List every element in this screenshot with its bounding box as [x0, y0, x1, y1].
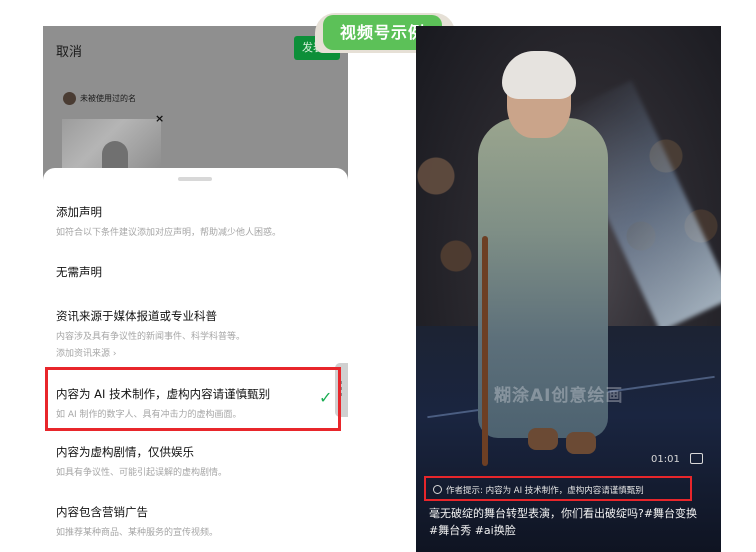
publish-settings-screen: 取消 发表 未被使用过的名 × 添加声明 如符合以下条件建议添加对应声明，帮助减… — [43, 26, 348, 552]
woman-hair — [502, 51, 576, 99]
sheet-handle[interactable] — [178, 177, 212, 181]
fullscreen-icon[interactable] — [690, 453, 703, 464]
walking-cane — [482, 236, 488, 466]
option-add-declaration: 添加声明 如符合以下条件建议添加对应声明，帮助减少他人困惑。 — [56, 204, 281, 238]
option-title: 添加声明 — [56, 205, 102, 219]
ai-notice-frame: 作者提示: 内容为 AI 技术制作，虚构内容请谨慎甄别 — [424, 476, 692, 501]
info-icon — [433, 485, 442, 494]
ai-notice-text: 作者提示: 内容为 AI 技术制作，虚构内容请谨慎甄别 — [446, 486, 644, 496]
video-duration: 01:01 — [651, 454, 680, 465]
option-no-declaration[interactable]: 无需声明 — [56, 264, 102, 280]
woman-shoe-left — [528, 428, 558, 450]
close-icon[interactable]: × — [155, 112, 164, 125]
option-news-source[interactable]: 资讯来源于媒体报道或专业科普 内容涉及具有争议性的新闻事件、科学科普等。 添加资… — [56, 308, 245, 359]
video-player-screen[interactable]: 糊涂AI创意绘画 01:01 作者提示: 内容为 AI 技术制作，虚构内容请谨慎… — [416, 26, 721, 552]
option-subtitle: 内容涉及具有争议性的新闻事件、科学科普等。 — [56, 332, 246, 342]
declaration-sheet: 添加声明 如符合以下条件建议添加对应声明，帮助减少他人困惑。 无需声明 资讯来源… — [43, 168, 348, 552]
option-title: 内容包含营销广告 — [56, 505, 148, 519]
option-subtitle: 如符合以下条件建议添加对应声明，帮助减少他人困惑。 — [56, 228, 282, 238]
avatar — [63, 92, 76, 105]
caption-hashtags[interactable]: #舞台秀 #ai换脸 — [429, 522, 717, 539]
option-fictional-plot[interactable]: 内容为虚构剧情，仅供娱乐 如具有争议性、可能引起误解的虚构剧情。 — [56, 444, 227, 478]
user-name: 未被使用过的名 — [80, 94, 136, 103]
add-source-link[interactable]: 添加资讯来源 › — [56, 346, 245, 359]
option-title: 内容为虚构剧情，仅供娱乐 — [56, 445, 194, 459]
option-marketing-ad[interactable]: 内容包含营销广告 如推荐某种商品、某种服务的宣传视频。 — [56, 504, 218, 538]
cancel-button[interactable]: 取消 — [56, 41, 82, 60]
option-subtitle: 如具有争议性、可能引起误解的虚构剧情。 — [56, 468, 228, 478]
caption-line-1: 毫无破绽的舞台转型表演，你们看出破绽吗?#舞台变换 — [429, 507, 698, 520]
check-icon: ✓ — [319, 388, 333, 407]
option-subtitle: 如推荐某种商品、某种服务的宣传视频。 — [56, 528, 219, 538]
option-title: 资讯来源于媒体报道或专业科普 — [56, 309, 217, 323]
highlight-frame-ai-option — [45, 367, 341, 431]
option-title: 无需声明 — [56, 265, 102, 279]
user-row: 未被使用过的名 — [63, 92, 136, 105]
woman-shoe-right — [566, 432, 596, 454]
video-caption: 毫无破绽的舞台转型表演，你们看出破绽吗?#舞台变换 #舞台秀 #ai换脸 — [429, 505, 717, 539]
video-watermark: 糊涂AI创意绘画 — [494, 386, 624, 406]
